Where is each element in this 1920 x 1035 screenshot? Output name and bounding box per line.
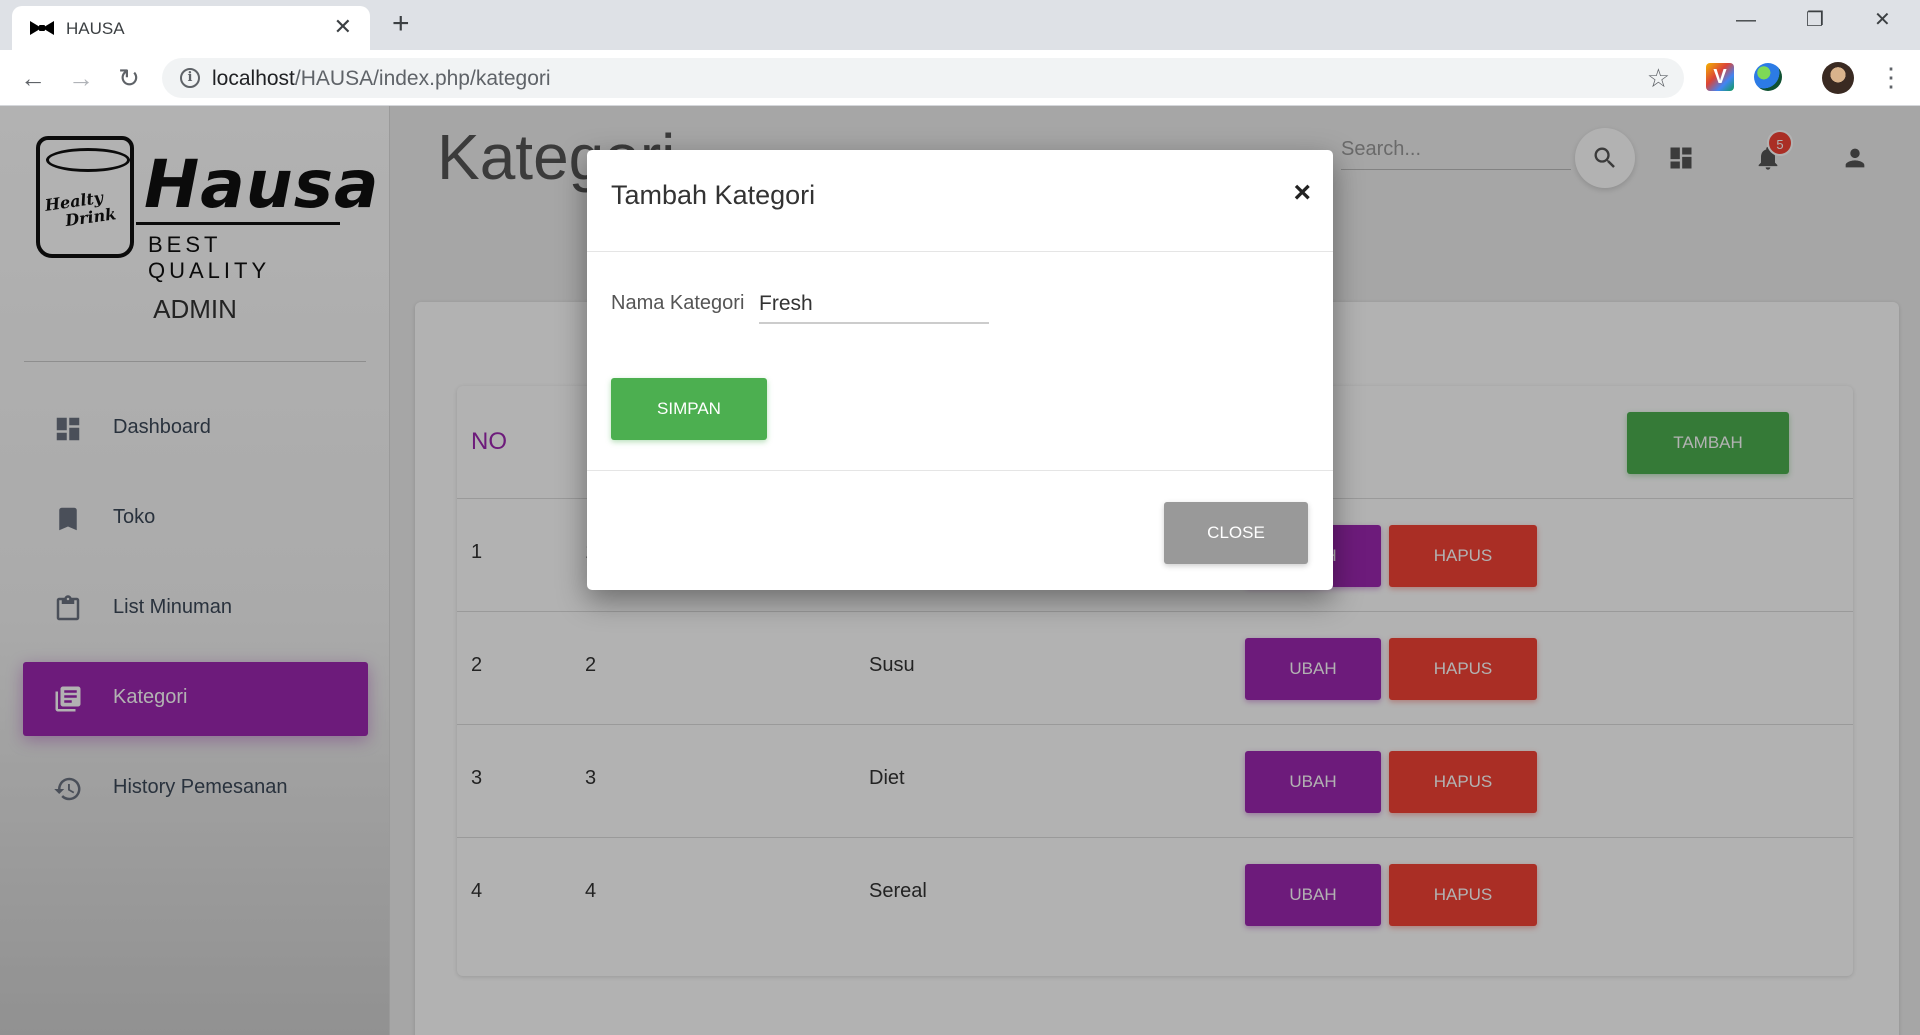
tab-title: HAUSA xyxy=(66,19,125,38)
close-icon[interactable]: × xyxy=(1293,178,1311,208)
browser-tab-bar: HAUSA ✕ + — ❐ ✕ xyxy=(0,0,1920,50)
back-icon[interactable]: ← xyxy=(18,64,48,94)
profile-avatar[interactable] xyxy=(1822,62,1854,94)
new-tab-icon[interactable]: + xyxy=(392,9,410,39)
extension-globe-icon[interactable] xyxy=(1754,63,1782,91)
url-text[interactable]: localhost/HAUSA/index.php/kategori xyxy=(212,67,551,91)
nama-kategori-label: Nama Kategori xyxy=(611,292,745,314)
bowtie-favicon-icon xyxy=(30,21,54,35)
close-button[interactable]: CLOSE xyxy=(1164,502,1308,564)
modal-title: Tambah Kategori xyxy=(611,180,816,210)
browser-tab[interactable]: HAUSA ✕ xyxy=(12,6,370,50)
restore-icon[interactable]: ❐ xyxy=(1806,8,1824,32)
modal-footer-divider xyxy=(587,470,1333,471)
minimize-icon[interactable]: — xyxy=(1736,8,1756,32)
simpan-button[interactable]: SIMPAN xyxy=(611,378,767,440)
browser-menu-icon[interactable]: ⋮ xyxy=(1878,62,1904,92)
window-close-icon[interactable]: ✕ xyxy=(1874,8,1891,32)
extension-v-icon[interactable]: V xyxy=(1706,63,1734,91)
browser-toolbar: ← → ↻ i localhost/HAUSA/index.php/katego… xyxy=(0,50,1920,106)
tambah-kategori-modal: Tambah Kategori × Nama Kategori SIMPAN C… xyxy=(587,150,1333,590)
url-path: /HAUSA/index.php/kategori xyxy=(294,67,551,90)
url-host: localhost xyxy=(212,67,295,90)
address-bar[interactable]: i localhost/HAUSA/index.php/kategori ☆ xyxy=(162,58,1684,98)
reload-icon[interactable]: ↻ xyxy=(114,64,144,94)
nama-kategori-input[interactable] xyxy=(759,284,989,324)
tab-close-icon[interactable]: ✕ xyxy=(334,15,352,39)
bookmark-star-icon[interactable]: ☆ xyxy=(1647,63,1670,94)
modal-header: Tambah Kategori × xyxy=(587,150,1333,252)
page: Healty Drink Hausa BEST QUALITY ADMIN Da… xyxy=(0,106,1920,1035)
site-info-icon[interactable]: i xyxy=(180,68,200,88)
forward-icon[interactable]: → xyxy=(66,64,96,94)
